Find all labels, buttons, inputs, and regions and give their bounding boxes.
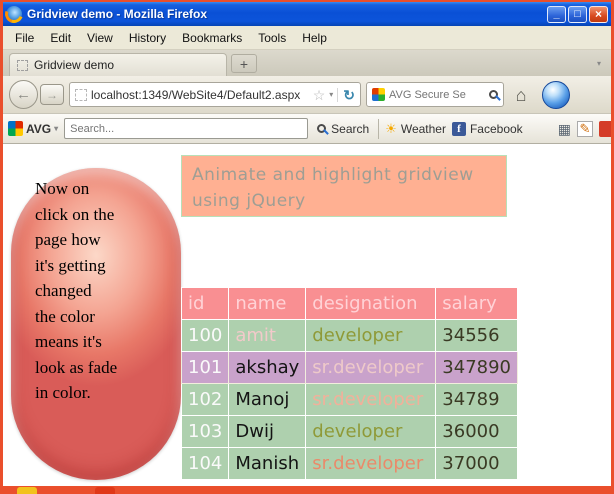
back-button[interactable]: ←: [9, 80, 38, 109]
navigation-toolbar: ← → ☆ ▾ ↻ ⌂: [3, 76, 611, 114]
cell-id: 102: [180, 383, 230, 416]
new-tab-button[interactable]: +: [231, 54, 257, 73]
keypad-icon[interactable]: ▦: [558, 122, 571, 136]
menu-history[interactable]: History: [121, 28, 174, 48]
weather-label: Weather: [400, 121, 446, 136]
firefox-icon: [6, 6, 22, 22]
cell-designation: sr.developer: [305, 351, 437, 384]
cell-id: 104: [180, 447, 230, 480]
cell-name: amit: [228, 319, 307, 352]
magnifier-icon[interactable]: [489, 90, 498, 99]
avg-brand-label: AVG: [26, 121, 52, 136]
column-header-designation: designation: [305, 287, 437, 320]
menu-bar: File Edit View History Bookmarks Tools H…: [3, 26, 611, 50]
cell-designation: developer: [305, 319, 437, 352]
toolbar-separator: [378, 118, 380, 139]
table-header-row: id name designation salary: [180, 287, 519, 320]
avg-search-input[interactable]: [64, 118, 309, 139]
addon-orb-icon[interactable]: [542, 80, 570, 109]
menu-view[interactable]: View: [79, 28, 121, 48]
avg-alert-icon[interactable]: [599, 120, 611, 137]
notes-icon[interactable]: ✎: [577, 120, 593, 137]
column-header-name: name: [228, 287, 307, 320]
cell-designation: developer: [305, 415, 437, 448]
cell-salary: 34789: [435, 383, 519, 416]
cell-name: akshay: [228, 351, 307, 384]
gridview-table[interactable]: id name designation salary 100 amit deve…: [180, 287, 519, 480]
menu-file[interactable]: File: [7, 28, 42, 48]
avg-dropdown-icon: ▾: [54, 123, 59, 133]
cell-designation: sr.developer: [305, 447, 437, 480]
cell-name: Manish: [228, 447, 307, 480]
avg-search-label: Search: [331, 121, 370, 136]
reload-icon[interactable]: ↻: [337, 87, 355, 102]
forward-button[interactable]: →: [40, 84, 64, 105]
menu-edit[interactable]: Edit: [42, 28, 79, 48]
column-header-salary: salary: [435, 287, 519, 320]
table-row-highlighted[interactable]: 101 akshay sr.developer 347890: [180, 351, 519, 384]
window-title: Gridview demo - Mozilla Firefox: [27, 7, 208, 21]
search-engine-icon: [372, 88, 385, 101]
table-row[interactable]: 104 Manish sr.developer 37000: [180, 447, 519, 480]
avg-menu-button[interactable]: AVG ▾: [8, 121, 58, 136]
window-bottom-frame: [3, 486, 611, 494]
facebook-label: Facebook: [469, 121, 523, 136]
facebook-button[interactable]: f Facebook: [451, 121, 523, 136]
maximize-button[interactable]: □: [568, 5, 587, 23]
cell-id: 103: [180, 415, 230, 448]
avg-logo-icon: [8, 121, 23, 136]
tab-favicon-icon: [17, 59, 28, 71]
cell-id: 100: [180, 319, 230, 352]
menu-help[interactable]: Help: [294, 28, 335, 48]
weather-button[interactable]: ☀ Weather: [385, 122, 446, 136]
toolbar-right-icons: ▦ ✎: [558, 120, 611, 137]
avg-toolbar: AVG ▾ Search ☀ Weather f Facebook ▦ ✎: [3, 114, 611, 144]
cell-id: 101: [180, 351, 230, 384]
list-tabs-icon[interactable]: ▾: [597, 59, 605, 70]
cell-designation: sr.developer: [305, 383, 437, 416]
browser-search-box[interactable]: [366, 82, 504, 107]
window-titlebar[interactable]: Gridview demo - Mozilla Firefox _ □ ×: [3, 2, 611, 26]
cell-name: Manoj: [228, 383, 307, 416]
url-dropdown-icon[interactable]: ▾: [329, 90, 333, 99]
cell-salary: 347890: [435, 351, 519, 384]
cell-salary: 34556: [435, 319, 519, 352]
facebook-icon: f: [451, 121, 466, 136]
window-controls: _ □ ×: [547, 5, 608, 23]
bookmark-star-icon[interactable]: ☆: [313, 88, 326, 102]
table-row[interactable]: 100 amit developer 34556: [180, 319, 519, 352]
cell-name: Dwij: [228, 415, 307, 448]
tab-gridview-demo[interactable]: Gridview demo: [9, 53, 227, 76]
minimize-button[interactable]: _: [547, 5, 566, 23]
home-button[interactable]: ⌂: [509, 86, 533, 104]
tab-label: Gridview demo: [34, 58, 115, 72]
taskbar-peek-yellow-icon: [17, 487, 37, 494]
page-content[interactable]: Now on click on the page how it's gettin…: [3, 144, 611, 486]
column-header-id: id: [180, 287, 230, 320]
sun-icon: ☀: [385, 121, 397, 136]
page-heading: Animate and highlight gridview using jQu…: [181, 155, 507, 217]
close-button[interactable]: ×: [589, 5, 608, 23]
magnifier-icon: [317, 124, 327, 133]
table-row[interactable]: 102 Manoj sr.developer 34789: [180, 383, 519, 416]
url-bar[interactable]: ☆ ▾ ↻: [69, 82, 361, 107]
avg-search-button[interactable]: Search: [314, 122, 372, 136]
browser-search-input[interactable]: [389, 88, 485, 101]
tab-bar: Gridview demo + ▾: [3, 50, 611, 76]
table-row[interactable]: 103 Dwij developer 36000: [180, 415, 519, 448]
cell-salary: 36000: [435, 415, 519, 448]
menu-tools[interactable]: Tools: [250, 28, 294, 48]
page-favicon-icon: [75, 88, 87, 101]
note-text: Now on click on the page how it's gettin…: [35, 179, 118, 402]
menu-bookmarks[interactable]: Bookmarks: [174, 28, 250, 48]
firefox-window: Gridview demo - Mozilla Firefox _ □ × Fi…: [0, 0, 614, 494]
cell-salary: 37000: [435, 447, 519, 480]
url-input[interactable]: [91, 87, 309, 102]
taskbar-peek-red-icon: [95, 487, 115, 494]
